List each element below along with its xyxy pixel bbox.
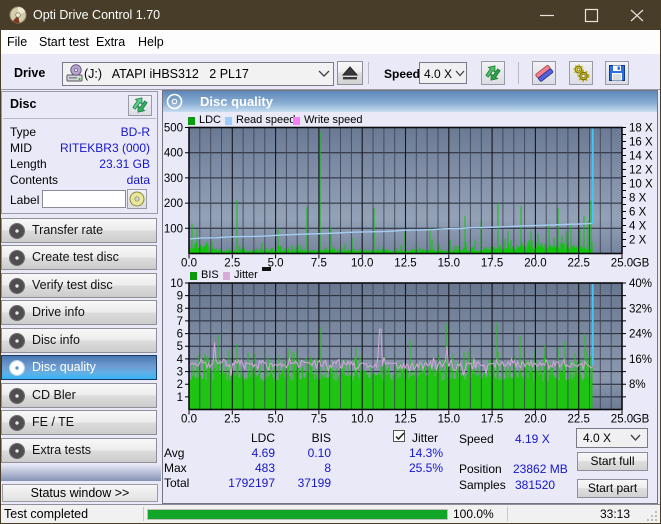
svg-text:8%: 8%	[629, 379, 646, 391]
svg-text:2.5: 2.5	[224, 414, 240, 426]
svg-text:10.0: 10.0	[351, 258, 373, 270]
svg-text:6 X: 6 X	[629, 207, 647, 219]
svg-text:5.0: 5.0	[268, 414, 284, 426]
svg-text:500: 500	[164, 123, 183, 135]
svg-text:2.5: 2.5	[224, 258, 240, 270]
svg-text:20.0: 20.0	[524, 414, 546, 426]
svg-text:GB: GB	[633, 414, 650, 426]
svg-text:15.0: 15.0	[438, 258, 460, 270]
svg-text:5.0: 5.0	[268, 258, 284, 270]
svg-text:25.0: 25.0	[611, 258, 633, 270]
svg-text:4 X: 4 X	[629, 221, 647, 233]
svg-text:1: 1	[177, 392, 183, 404]
svg-text:32%: 32%	[629, 303, 652, 315]
svg-text:3: 3	[177, 367, 183, 379]
svg-text:16 X: 16 X	[629, 137, 653, 149]
svg-text:16%: 16%	[629, 354, 652, 366]
svg-text:14 X: 14 X	[629, 151, 653, 163]
svg-text:22.5: 22.5	[568, 258, 590, 270]
svg-text:17.5: 17.5	[481, 258, 503, 270]
svg-text:100: 100	[164, 223, 183, 235]
svg-text:8 X: 8 X	[629, 193, 647, 205]
svg-text:24%: 24%	[629, 329, 652, 341]
svg-text:40%: 40%	[629, 278, 652, 290]
svg-text:0.0: 0.0	[181, 414, 197, 426]
svg-text:2: 2	[177, 379, 183, 391]
svg-text:12.5: 12.5	[394, 258, 416, 270]
svg-text:22.5: 22.5	[568, 414, 590, 426]
svg-text:18 X: 18 X	[629, 123, 653, 135]
svg-text:9: 9	[177, 291, 183, 303]
svg-text:25.0: 25.0	[611, 414, 633, 426]
svg-text:7.5: 7.5	[311, 258, 327, 270]
svg-text:200: 200	[164, 198, 183, 210]
svg-text:2 X: 2 X	[629, 235, 647, 247]
svg-text:15.0: 15.0	[438, 414, 460, 426]
svg-text:7: 7	[177, 316, 183, 328]
svg-text:5: 5	[177, 341, 183, 353]
svg-text:12 X: 12 X	[629, 165, 653, 177]
svg-text:17.5: 17.5	[481, 414, 503, 426]
svg-text:12.5: 12.5	[394, 414, 416, 426]
svg-text:10.0: 10.0	[351, 414, 373, 426]
svg-text:400: 400	[164, 148, 183, 160]
svg-text:7.5: 7.5	[311, 414, 327, 426]
svg-text:4: 4	[177, 354, 184, 366]
svg-text:10 X: 10 X	[629, 179, 653, 191]
svg-text:6: 6	[177, 329, 183, 341]
svg-text:300: 300	[164, 173, 183, 185]
svg-text:10: 10	[170, 278, 183, 290]
svg-text:GB: GB	[633, 258, 650, 270]
svg-text:8: 8	[177, 303, 183, 315]
svg-text:20.0: 20.0	[524, 258, 546, 270]
svg-text:0.0: 0.0	[181, 258, 197, 270]
